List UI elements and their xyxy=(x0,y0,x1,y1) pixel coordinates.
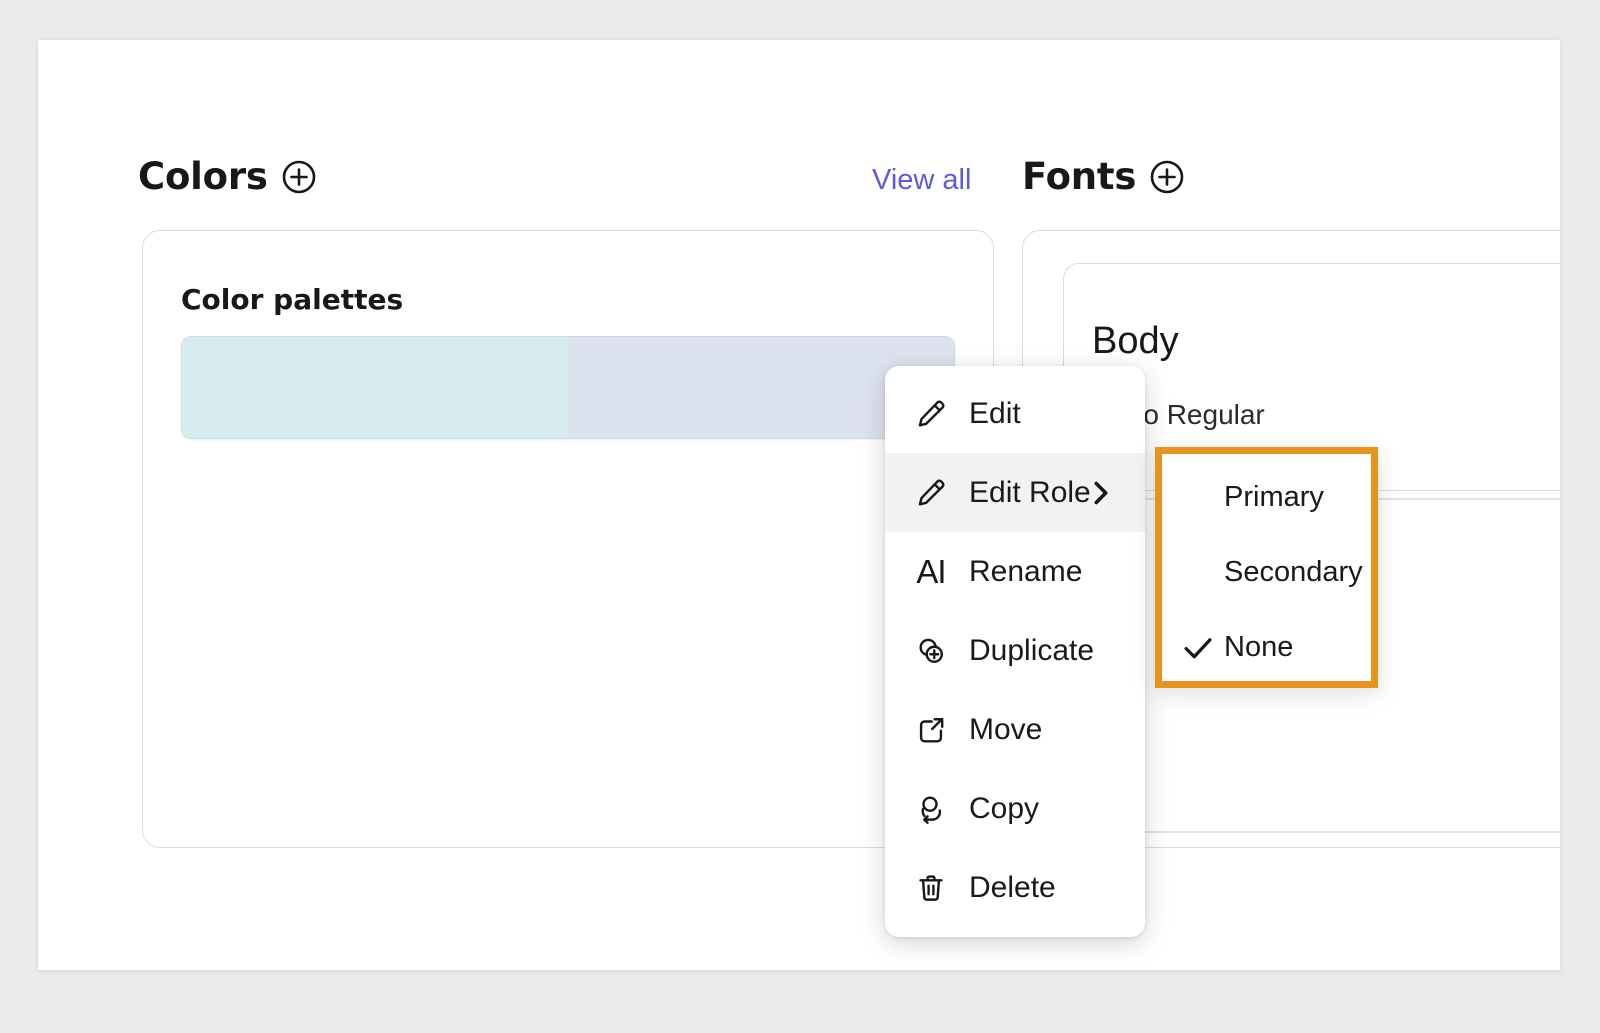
trash-icon xyxy=(911,868,951,908)
menu-item-copy[interactable]: Copy xyxy=(885,769,1145,848)
menu-item-label: Duplicate xyxy=(969,633,1095,667)
color-palettes-label: Color palettes xyxy=(181,283,404,316)
menu-item-label: Delete xyxy=(969,870,1056,904)
submenu-item-label: Secondary xyxy=(1224,556,1363,588)
menu-item-edit[interactable]: Edit xyxy=(885,374,1145,453)
menu-item-duplicate[interactable]: Duplicate xyxy=(885,611,1145,690)
context-menu[interactable]: Edit Edit Role AI Rename Duplicate Move … xyxy=(885,366,1145,937)
menu-item-rename[interactable]: AI Rename xyxy=(885,532,1145,611)
role-submenu-highlight: Primary Secondary None xyxy=(1155,447,1378,688)
text-ai-icon: AI xyxy=(916,552,946,590)
role-submenu[interactable]: Primary Secondary None xyxy=(1162,454,1371,681)
plus-circle-icon[interactable] xyxy=(1150,160,1184,194)
menu-item-edit-role[interactable]: Edit Role xyxy=(885,453,1145,532)
chevron-right-icon xyxy=(1091,480,1111,506)
swatch-mint[interactable] xyxy=(182,337,568,438)
color-palettes-panel: Color palettes xyxy=(142,230,994,848)
menu-item-label: Copy xyxy=(969,791,1040,825)
color-palette-row[interactable] xyxy=(181,336,955,439)
submenu-item-none[interactable]: None xyxy=(1162,610,1371,685)
menu-item-label: Move xyxy=(969,712,1043,746)
submenu-item-label: Primary xyxy=(1224,481,1324,513)
pencil-icon xyxy=(911,394,951,434)
menu-item-label: Edit xyxy=(969,396,1021,430)
colors-section-header: Colors xyxy=(138,158,316,195)
duplicate-icon xyxy=(911,631,951,671)
plus-circle-icon[interactable] xyxy=(282,160,316,194)
menu-item-label: Rename xyxy=(969,554,1083,588)
menu-item-move[interactable]: Move xyxy=(885,690,1145,769)
fonts-title: Fonts xyxy=(1022,155,1137,198)
pencil-icon xyxy=(911,473,951,513)
menu-item-label: Edit Role xyxy=(969,475,1091,509)
view-all-link[interactable]: View all xyxy=(872,164,971,197)
submenu-item-primary[interactable]: Primary xyxy=(1162,460,1371,535)
submenu-item-label: None xyxy=(1224,631,1294,663)
fonts-section-header: Fonts xyxy=(1022,158,1184,195)
menu-item-delete[interactable]: Delete xyxy=(885,848,1145,927)
submenu-item-secondary[interactable]: Secondary xyxy=(1162,535,1371,610)
move-icon xyxy=(911,710,951,750)
screenshot-stage: Colors View all Fonts Color palettes Bod… xyxy=(0,0,1600,1033)
colors-title: Colors xyxy=(138,155,268,198)
copy-icon xyxy=(911,789,951,829)
font-card-name: Body xyxy=(1092,320,1179,362)
checkmark-icon xyxy=(1180,635,1216,661)
